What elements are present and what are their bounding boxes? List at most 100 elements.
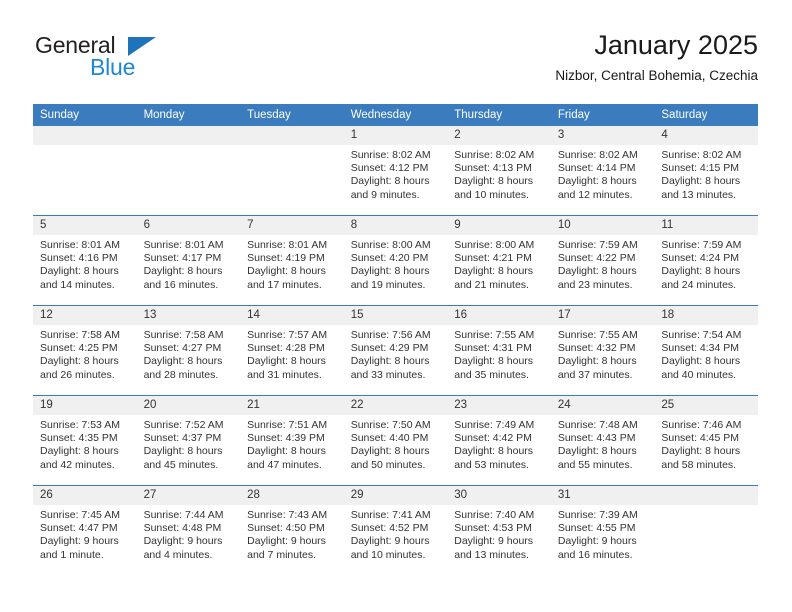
day-cell[interactable]: 3 Sunrise: 8:02 AM Sunset: 4:14 PM Daylight… (550, 126, 655, 216)
day-cell[interactable]: 1 Sunrise: 8:02 AM Sunset: 4:12 PM Daylight… (343, 126, 448, 216)
day-cell[interactable]: 8 Sunrise: 8:00 AM Sunset: 4:20 PM Daylight… (343, 215, 448, 306)
day-sun-info: Sunrise: 7:44 AM Sunset: 4:48 PM Daylight:… (137, 505, 241, 562)
daylight-text: Daylight: 8 hours (557, 175, 637, 188)
day-number: 23 (447, 396, 551, 415)
daylight-text: Daylight: 8 hours (247, 265, 326, 278)
day-cell[interactable]: 6 Sunrise: 8:01 AM Sunset: 4:17 PM Daylight… (136, 215, 241, 306)
day-number: 5 (33, 216, 137, 235)
day-cell[interactable]: 9 Sunrise: 8:00 AM Sunset: 4:21 PM Daylight… (447, 215, 551, 306)
day-cell[interactable]: 5 Sunrise: 8:01 AM Sunset: 4:16 PM Daylight… (33, 215, 137, 306)
day-number: 27 (136, 486, 241, 505)
daylight-text: Daylight: 8 hours (661, 175, 741, 188)
day-sun-info: Sunrise: 7:52 AM Sunset: 4:37 PM Daylight:… (137, 415, 241, 472)
day-cell[interactable]: 16 Sunrise: 7:55 AM Sunset: 4:31 PM Dayligh… (447, 305, 551, 396)
day-cell[interactable]: 26 Sunrise: 7:45 AM Sunset: 4:47 PM Dayligh… (33, 485, 137, 575)
sunrise-text: Sunrise: 8:02 AM (454, 149, 535, 161)
sunrise-text: Sunrise: 7:44 AM (143, 509, 224, 521)
sunset-text: Sunset: 4:14 PM (557, 162, 636, 175)
day-cell[interactable]: 15 Sunrise: 7:56 AM Sunset: 4:29 PM Dayligh… (343, 305, 448, 396)
day-cell[interactable]: 30 Sunrise: 7:40 AM Sunset: 4:53 PM Dayligh… (447, 485, 551, 575)
sunset-text: Sunset: 4:48 PM (143, 522, 222, 535)
day-cell[interactable]: 17 Sunrise: 7:55 AM Sunset: 4:32 PM Dayligh… (550, 305, 655, 396)
day-cell[interactable]: 12 Sunrise: 7:58 AM Sunset: 4:25 PM Dayligh… (33, 305, 137, 396)
sunset-text: Sunset: 4:25 PM (40, 342, 118, 355)
day-sun-info: Sunrise: 7:45 AM Sunset: 4:47 PM Daylight:… (33, 505, 137, 562)
day-cell[interactable]: 22 Sunrise: 7:50 AM Sunset: 4:40 PM Dayligh… (343, 395, 448, 486)
day-cell[interactable]: 29 Sunrise: 7:41 AM Sunset: 4:52 PM Dayligh… (343, 485, 448, 575)
day-sun-info: Sunrise: 7:46 AM Sunset: 4:45 PM Daylight:… (654, 415, 758, 472)
day-cell[interactable]: 27 Sunrise: 7:44 AM Sunset: 4:48 PM Dayligh… (136, 485, 241, 575)
daylight-text-cont: and 55 minutes. (557, 458, 633, 471)
day-sun-info: Sunrise: 8:01 AM Sunset: 4:16 PM Daylight:… (33, 235, 137, 292)
day-cell[interactable]: 20 Sunrise: 7:52 AM Sunset: 4:37 PM Dayligh… (136, 395, 241, 486)
day-sun-info: Sunrise: 8:00 AM Sunset: 4:20 PM Daylight:… (344, 235, 448, 292)
weekday-header: Sunday Monday Tuesday Wednesday Thursday Frid… (33, 104, 758, 126)
daylight-text: Daylight: 8 hours (557, 265, 637, 278)
day-number: 2 (447, 126, 551, 145)
day-number: 18 (654, 306, 758, 325)
daylight-text: Daylight: 8 hours (143, 265, 223, 278)
daylight-text: Daylight: 8 hours (454, 175, 534, 188)
daylight-text: Daylight: 8 hours (350, 175, 430, 188)
day-number: 14 (240, 306, 344, 325)
daylight-text: Daylight: 8 hours (557, 445, 637, 458)
sunset-text: Sunset: 4:39 PM (247, 432, 325, 445)
sunset-text: Sunset: 4:40 PM (350, 432, 429, 445)
day-sun-info: Sunrise: 8:02 AM Sunset: 4:13 PM Daylight:… (447, 145, 551, 202)
sunrise-text: Sunrise: 7:58 AM (40, 329, 120, 341)
day-number (33, 126, 137, 145)
day-number (240, 126, 344, 145)
day-sun-info: Sunrise: 7:50 AM Sunset: 4:40 PM Daylight:… (344, 415, 448, 472)
day-cell[interactable]: 31 Sunrise: 7:39 AM Sunset: 4:55 PM Dayligh… (550, 485, 655, 575)
day-cell[interactable]: 13 Sunrise: 7:58 AM Sunset: 4:27 PM Dayligh… (136, 305, 241, 396)
daylight-text: Daylight: 9 hours (247, 535, 326, 548)
sunrise-text: Sunrise: 7:39 AM (557, 509, 638, 521)
day-sun-info: Sunrise: 7:39 AM Sunset: 4:55 PM Daylight:… (551, 505, 655, 562)
weekday-header-cell-sunday: Sunday (33, 104, 137, 126)
sunrise-text: Sunrise: 7:56 AM (350, 329, 431, 341)
sunrise-text: Sunrise: 7:59 AM (661, 239, 742, 251)
day-sun-info: Sunrise: 7:40 AM Sunset: 4:53 PM Daylight:… (447, 505, 551, 562)
daylight-text-cont: and 31 minutes. (247, 368, 322, 381)
day-cell[interactable]: 2 Sunrise: 8:02 AM Sunset: 4:13 PM Daylight… (447, 126, 551, 216)
day-cell[interactable]: 19 Sunrise: 7:53 AM Sunset: 4:35 PM Dayligh… (33, 395, 137, 486)
day-sun-info: Sunrise: 7:51 AM Sunset: 4:39 PM Daylight:… (240, 415, 344, 472)
daylight-text-cont: and 16 minutes. (143, 278, 219, 291)
sunrise-text: Sunrise: 7:45 AM (40, 509, 120, 521)
daylight-text-cont: and 58 minutes. (661, 458, 737, 471)
day-cell[interactable]: 11 Sunrise: 7:59 AM Sunset: 4:24 PM Dayligh… (654, 215, 758, 306)
day-sun-info (33, 145, 137, 149)
sunrise-text: Sunrise: 7:48 AM (557, 419, 638, 431)
day-cell[interactable]: 24 Sunrise: 7:48 AM Sunset: 4:43 PM Dayligh… (550, 395, 655, 486)
day-cell[interactable]: 4 Sunrise: 8:02 AM Sunset: 4:15 PM Daylight… (654, 126, 758, 216)
calendar-header-row: Sunday Monday Tuesday Wednesday Thursday Frid… (33, 104, 758, 126)
sunset-text: Sunset: 4:16 PM (40, 252, 118, 265)
day-cell[interactable]: 25 Sunrise: 7:46 AM Sunset: 4:45 PM Dayligh… (654, 395, 758, 486)
day-sun-info: Sunrise: 7:48 AM Sunset: 4:43 PM Daylight:… (551, 415, 655, 472)
day-cell[interactable]: 28 Sunrise: 7:43 AM Sunset: 4:50 PM Dayligh… (240, 485, 344, 575)
day-sun-info: Sunrise: 7:41 AM Sunset: 4:52 PM Daylight:… (344, 505, 448, 562)
daylight-text: Daylight: 8 hours (247, 445, 326, 458)
daylight-text-cont: and 13 minutes. (661, 188, 737, 201)
sunrise-text: Sunrise: 8:01 AM (247, 239, 328, 251)
day-cell[interactable]: 7 Sunrise: 8:01 AM Sunset: 4:19 PM Daylight… (240, 215, 344, 306)
daylight-text-cont: and 42 minutes. (40, 458, 115, 471)
day-cell[interactable]: 18 Sunrise: 7:54 AM Sunset: 4:34 PM Dayligh… (654, 305, 758, 396)
day-cell[interactable]: 23 Sunrise: 7:49 AM Sunset: 4:42 PM Dayligh… (447, 395, 551, 486)
day-cell[interactable]: 21 Sunrise: 7:51 AM Sunset: 4:39 PM Dayligh… (240, 395, 344, 486)
daylight-text-cont: and 13 minutes. (454, 548, 529, 561)
daylight-text: Daylight: 8 hours (557, 355, 637, 368)
daylight-text-cont: and 28 minutes. (143, 368, 219, 381)
daylight-text-cont: and 1 minute. (40, 548, 104, 561)
sunset-text: Sunset: 4:28 PM (247, 342, 325, 355)
day-number: 26 (33, 486, 137, 505)
sunset-text: Sunset: 4:53 PM (454, 522, 532, 535)
daylight-text-cont: and 4 minutes. (143, 548, 213, 561)
sunset-text: Sunset: 4:42 PM (454, 432, 532, 445)
calendar-week-row: 5 Sunrise: 8:01 AM Sunset: 4:16 PM Daylight… (33, 215, 758, 306)
daylight-text: Daylight: 8 hours (454, 355, 534, 368)
day-sun-info: Sunrise: 7:56 AM Sunset: 4:29 PM Daylight:… (344, 325, 448, 382)
day-cell[interactable]: 14 Sunrise: 7:57 AM Sunset: 4:28 PM Dayligh… (240, 305, 344, 396)
day-cell[interactable]: 10 Sunrise: 7:59 AM Sunset: 4:22 PM Dayligh… (550, 215, 655, 306)
daylight-text-cont: and 47 minutes. (247, 458, 322, 471)
